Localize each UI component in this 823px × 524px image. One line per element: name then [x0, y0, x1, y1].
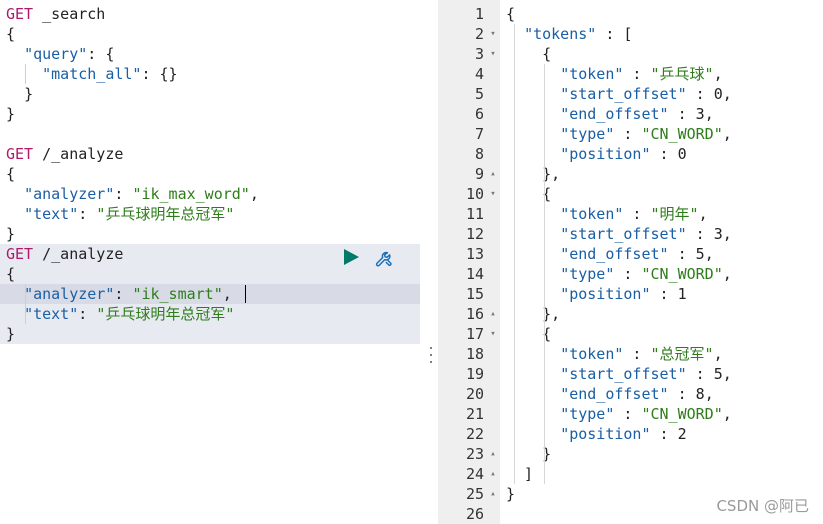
indent-guide — [544, 344, 545, 484]
code-line: "query": { — [24, 45, 115, 63]
response-output[interactable]: { "tokens" : [ { "token" : "乒乓球", "start… — [500, 0, 823, 524]
line-number: 3 — [474, 45, 484, 63]
output-line: "token" : "乒乓球", — [560, 65, 723, 83]
indent-guide — [544, 204, 545, 344]
code-line: { — [6, 165, 16, 183]
output-line: "position" : 2 — [560, 425, 687, 443]
line-number: 12 — [465, 225, 484, 243]
fold-expand-icon[interactable]: ▴ — [488, 484, 498, 504]
line-number: 25 — [465, 485, 484, 503]
output-line: "end_offset" : 5, — [560, 245, 714, 263]
indent-guide — [25, 64, 26, 84]
indent-guide — [514, 24, 515, 484]
http-method: GET — [6, 5, 34, 23]
wrench-icon[interactable] — [374, 247, 396, 269]
request-path: /_analyze — [42, 145, 124, 163]
line-number: 7 — [474, 125, 484, 143]
fold-collapse-icon[interactable]: ▾ — [488, 184, 498, 204]
fold-collapse-icon[interactable]: ▾ — [488, 44, 498, 64]
line-number: 15 — [465, 285, 484, 303]
output-line: "start_offset" : 5, — [560, 365, 732, 383]
line-number: 10 — [465, 185, 484, 203]
code-line: } — [24, 85, 34, 103]
output-line: { — [506, 185, 552, 203]
line-number: 21 — [465, 405, 484, 423]
output-line: }, — [506, 305, 561, 323]
line-number: 23 — [465, 445, 484, 463]
output-line: "position" : 1 — [560, 285, 687, 303]
code-line: "text": "乒乓球明年总冠军" — [24, 305, 235, 323]
output-line: "token" : "明年", — [560, 205, 708, 223]
code-line: "text": "乒乓球明年总冠军" — [24, 205, 235, 223]
output-line: "position" : 0 — [560, 145, 687, 163]
code-line: { — [6, 25, 16, 43]
play-icon[interactable] — [342, 248, 360, 266]
code-line: } — [6, 105, 16, 123]
line-number: 18 — [465, 345, 484, 363]
code-line: } — [6, 325, 16, 343]
line-number: 19 — [465, 365, 484, 383]
fold-expand-icon[interactable]: ▴ — [488, 164, 498, 184]
output-line: "end_offset" : 8, — [560, 385, 714, 403]
code-line: } — [6, 225, 16, 243]
line-number: 20 — [465, 385, 484, 403]
output-line: { — [506, 45, 552, 63]
text-cursor — [245, 285, 246, 303]
line-number: 4 — [474, 65, 484, 83]
request-editor[interactable]: GET _search { "query": { "match_all": {}… — [0, 0, 420, 524]
line-number: 1 — [474, 5, 484, 23]
request-path: _search — [42, 5, 106, 23]
code-line: "analyzer": "ik_smart", — [24, 285, 232, 303]
output-line: "type" : "CN_WORD", — [560, 125, 732, 143]
line-number: 6 — [474, 105, 484, 123]
http-method: GET — [6, 145, 34, 163]
fold-collapse-icon[interactable]: ▾ — [488, 324, 498, 344]
http-method: GET — [6, 245, 34, 263]
output-line: "start_offset" : 0, — [560, 85, 732, 103]
output-line: ] — [506, 465, 534, 483]
fold-collapse-icon[interactable]: ▾ — [488, 24, 498, 44]
output-line: } — [506, 445, 552, 463]
output-line: }, — [506, 165, 561, 183]
request-path: /_analyze — [42, 245, 124, 263]
output-line: "type" : "CN_WORD", — [560, 405, 732, 423]
fold-expand-icon[interactable]: ▴ — [488, 444, 498, 464]
line-number: 9 — [474, 165, 484, 183]
output-line: "end_offset" : 3, — [560, 105, 714, 123]
line-number: 22 — [465, 425, 484, 443]
output-line: { — [506, 325, 552, 343]
line-number: 16 — [465, 305, 484, 323]
line-number: 14 — [465, 265, 484, 283]
output-line: "tokens" : [ — [524, 25, 633, 43]
line-number: 13 — [465, 245, 484, 263]
line-number: 24 — [465, 465, 484, 483]
fold-expand-icon[interactable]: ▴ — [488, 304, 498, 324]
line-number: 11 — [465, 205, 484, 223]
output-line: "type" : "CN_WORD", — [560, 265, 732, 283]
code-line: "match_all": {} — [42, 65, 178, 83]
request-actions — [342, 246, 402, 268]
output-line: { — [506, 5, 516, 23]
code-line: "analyzer": "ik_max_word", — [24, 185, 259, 203]
line-number: 26 — [465, 505, 484, 523]
resize-handle-icon[interactable] — [429, 347, 432, 363]
fold-expand-icon[interactable]: ▴ — [488, 464, 498, 484]
output-line: "start_offset" : 3, — [560, 225, 732, 243]
indent-guide — [544, 64, 545, 204]
line-number: 17 — [465, 325, 484, 343]
watermark: CSDN @阿已 — [716, 497, 809, 515]
line-number: 8 — [474, 145, 484, 163]
line-number: 2 — [474, 25, 484, 43]
pane-splitter[interactable] — [420, 0, 438, 524]
request-line[interactable]: GET _search — [0, 4, 420, 24]
request-line[interactable]: GET /_analyze — [0, 144, 420, 164]
indent-guide — [25, 284, 26, 324]
line-number: 5 — [474, 85, 484, 103]
output-line: "token" : "总冠军", — [560, 345, 723, 363]
